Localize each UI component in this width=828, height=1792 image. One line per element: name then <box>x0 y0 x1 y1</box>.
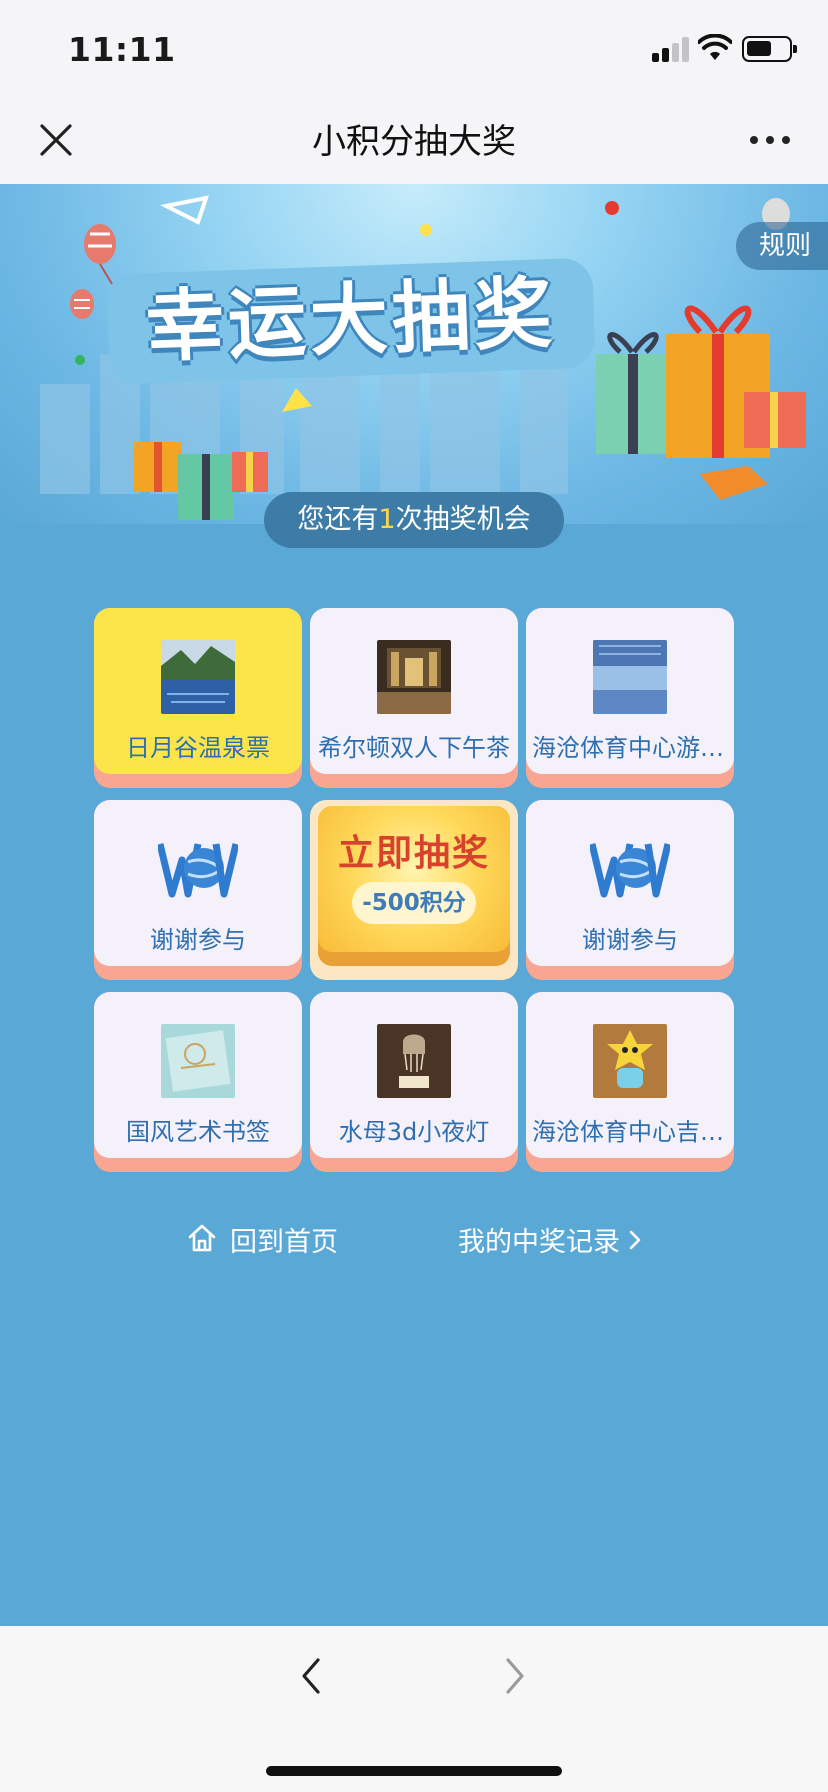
banner-title: 幸运大抽奖 <box>106 257 596 385</box>
prize-cell: 谢谢参与 <box>526 800 734 980</box>
remaining-chances: 您还有1次抽奖机会 <box>264 492 564 548</box>
page-title: 小积分抽大奖 <box>312 122 516 162</box>
lottery-banner: 幸运大抽奖 规则 您还有1次抽奖机会 <box>0 184 828 548</box>
prize-label: 水母3d小夜灯 <box>338 1118 490 1146</box>
chances-prefix: 您还有 <box>297 504 379 535</box>
prize-grid: 日月谷温泉票 希尔顿双人下午茶 海沧体育中心游泳票 谢谢参与 立即抽奖 -500… <box>94 608 734 1172</box>
main-area: 幸运大抽奖 规则 您还有1次抽奖机会 日月谷温泉票 希尔顿双人下午茶 海沧体育中… <box>0 184 828 1626</box>
cellular-signal-icon <box>652 36 690 62</box>
nav-bar: 小积分抽大奖 <box>0 92 828 184</box>
wifi-icon <box>698 34 732 60</box>
draw-cost: -500积分 <box>352 882 476 924</box>
back-arrow-icon[interactable] <box>296 1654 326 1698</box>
bookmark-image <box>161 1024 235 1098</box>
prize-label: 日月谷温泉票 <box>126 734 270 762</box>
home-indicator <box>266 1766 562 1776</box>
triangle-confetti <box>159 195 209 225</box>
more-icon[interactable] <box>750 136 790 146</box>
prize-label: 海沧体育中心游泳票 <box>532 734 728 762</box>
browser-toolbar <box>0 1626 828 1792</box>
rules-button[interactable]: 规则 <box>736 222 828 270</box>
hot-spring-image <box>161 640 235 714</box>
prize-label: 国风艺术书签 <box>126 1118 270 1146</box>
prize-cell: 希尔顿双人下午茶 <box>310 608 518 788</box>
mascot-image <box>593 1024 667 1098</box>
home-link-label: 回到首页 <box>230 1227 338 1258</box>
forward-arrow-icon[interactable] <box>500 1654 530 1698</box>
home-icon <box>188 1224 216 1252</box>
prize-cell: 日月谷温泉票 <box>94 608 302 788</box>
chevron-right-icon <box>629 1230 641 1250</box>
prize-label: 谢谢参与 <box>582 926 678 954</box>
stadium-image <box>593 640 667 714</box>
prize-label: 海沧体育中心吉祥物 <box>532 1118 728 1146</box>
chances-suffix: 次抽奖机会 <box>395 504 531 535</box>
status-time: 11:11 <box>68 30 176 69</box>
battery-icon <box>742 36 797 62</box>
status-bar: 11:11 <box>0 0 828 92</box>
prize-label: 谢谢参与 <box>150 926 246 954</box>
winning-records-link[interactable]: 我的中奖记录 <box>458 1220 642 1259</box>
prize-cell: 海沧体育中心吉祥物 <box>526 992 734 1172</box>
prize-label: 希尔顿双人下午茶 <box>318 734 510 762</box>
draw-button[interactable]: 立即抽奖 -500积分 <box>310 800 518 980</box>
draw-label: 立即抽奖 <box>337 833 490 874</box>
records-link-label: 我的中奖记录 <box>458 1227 620 1258</box>
won-logo-icon <box>158 843 238 898</box>
prize-cell: 海沧体育中心游泳票 <box>526 608 734 788</box>
prize-cell: 水母3d小夜灯 <box>310 992 518 1172</box>
night-lamp-image <box>377 1024 451 1098</box>
won-logo-icon <box>590 843 670 898</box>
prize-cell: 谢谢参与 <box>94 800 302 980</box>
hotel-lobby-image <box>377 640 451 714</box>
prize-cell: 国风艺术书签 <box>94 992 302 1172</box>
chances-count: 1 <box>378 504 396 535</box>
